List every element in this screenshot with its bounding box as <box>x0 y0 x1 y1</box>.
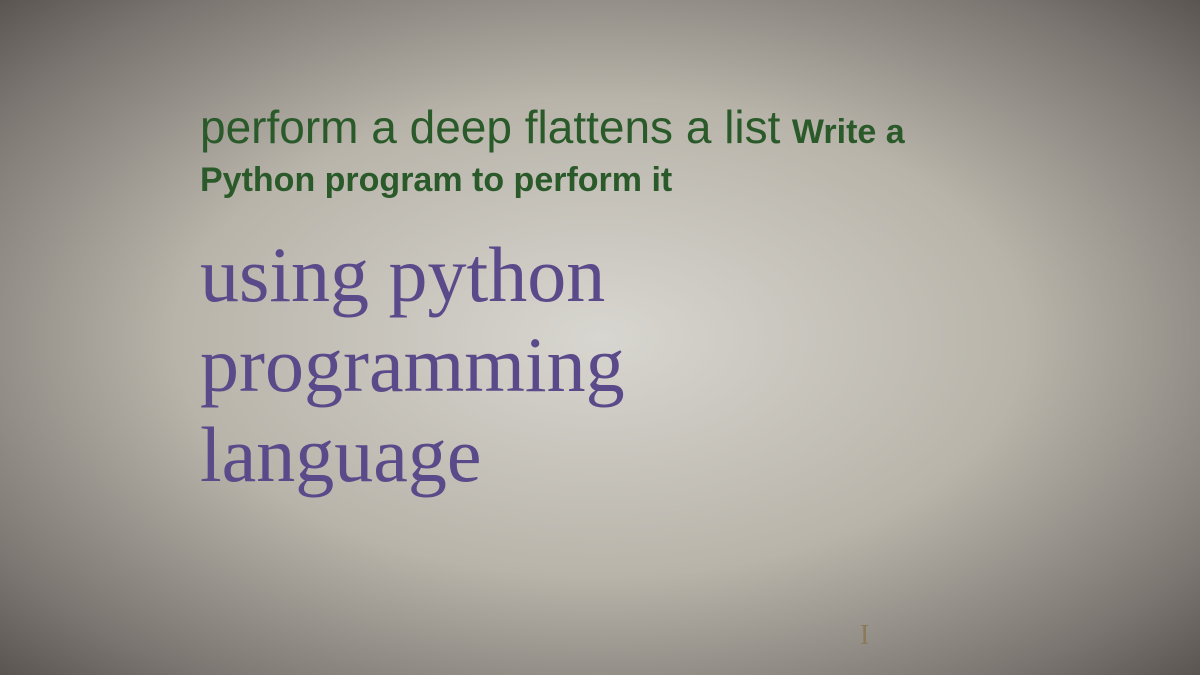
body-line-1: using python <box>200 230 1000 320</box>
heading-main: perform a deep flattens a list <box>200 101 780 153</box>
document-content: perform a deep flattens a list Write a P… <box>200 100 1000 499</box>
body-line-3: language <box>200 410 1000 500</box>
heading-line-1: perform a deep flattens a list Write a <box>200 100 1000 155</box>
text-cursor: I <box>860 620 869 652</box>
body-line-2: programming <box>200 320 1000 410</box>
body-text: using python programming language <box>200 230 1000 499</box>
heading-sub-a: Write a <box>792 113 905 151</box>
heading-line-2: Python program to perform it <box>200 161 1000 200</box>
